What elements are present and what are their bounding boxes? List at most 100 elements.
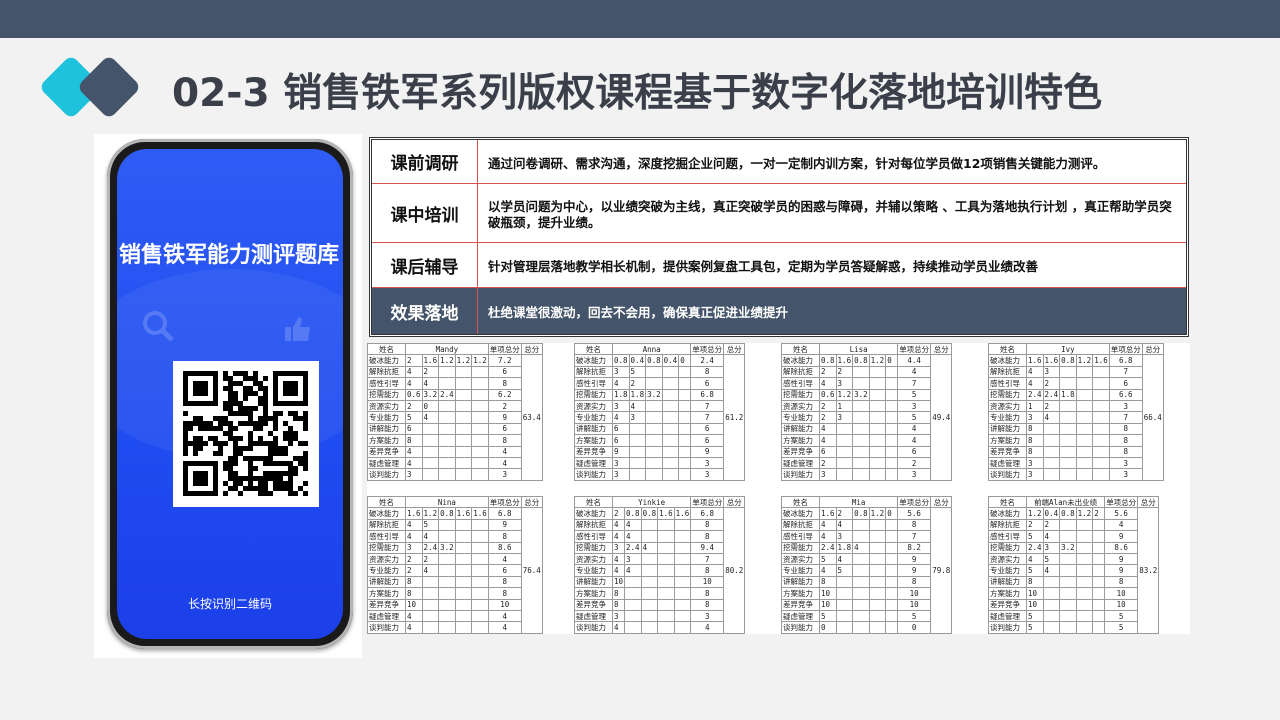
score-cell (454, 365, 473, 379)
student-name: Mia (818, 495, 899, 509)
score-cell (1042, 587, 1061, 600)
score-cell (438, 575, 456, 589)
score-cell (852, 609, 870, 623)
score-cell (852, 399, 870, 413)
subtotal-cell: 7 (897, 377, 932, 390)
score-cell: 0 (885, 354, 899, 367)
score-cell (1092, 575, 1106, 589)
skill-label: 资源实力 (367, 399, 406, 413)
score-cell: 4 (1026, 377, 1044, 390)
score-cell (640, 552, 659, 566)
score-cell: 4 (611, 621, 626, 634)
table-row: 谈判能力 3 3 (988, 468, 1164, 481)
score-cell (661, 456, 680, 470)
col-header-total: 总分 (1141, 342, 1164, 356)
score-cell (1042, 609, 1061, 623)
score-cell (661, 422, 680, 436)
score-cell (868, 598, 887, 611)
score-cell (628, 422, 647, 436)
score-cell (1042, 445, 1061, 458)
score-cell (673, 530, 692, 543)
score-cell: 1.2 (1075, 354, 1094, 367)
skill-label: 解除抗拒 (574, 365, 613, 379)
score-cell: 3 (612, 456, 630, 470)
score-cell (885, 399, 899, 413)
score-cell: 3 (835, 411, 854, 424)
score-cell: 8 (405, 575, 423, 589)
subtotal-cell: 9 (1104, 564, 1139, 577)
score-cell: 3 (1026, 468, 1044, 481)
score-sheet: 姓名 Ivy 单项总分 总分 破冰能力 1.6 1.6 0.8 1.2 1.6 6.8 66.4 解除抗… (988, 342, 1164, 481)
qr-code[interactable] (173, 361, 319, 507)
score-cell (1042, 621, 1061, 634)
score-cell (454, 377, 473, 390)
score-cell (852, 552, 870, 566)
total-cell: 49.4 (930, 354, 953, 481)
skill-label: 挖需能力 (781, 541, 820, 554)
skill-label: 挖需能力 (367, 541, 406, 554)
score-cell (678, 411, 692, 424)
score-cell: 4 (611, 564, 626, 577)
score-cell (657, 587, 675, 600)
skill-label: 方案能力 (574, 434, 613, 447)
score-cell (885, 575, 899, 589)
skill-label: 破冰能力 (574, 507, 613, 520)
table-row: 感性引导 4 3 7 (781, 530, 952, 543)
score-cell: 0.8 (624, 507, 642, 520)
table-row: 破冰能力 2 0.8 0.8 1.6 1.6 6.8 80.2 (574, 507, 746, 634)
score-cell: 3 (612, 365, 630, 379)
skill-label: 疑虑管理 (781, 609, 820, 623)
score-cell: 4 (611, 530, 626, 543)
score-cell (454, 518, 473, 532)
table-row: 感性引导 4 3 7 (781, 377, 952, 390)
table-row: 差异竞争 8 8 (988, 445, 1164, 458)
score-cell (852, 422, 870, 436)
subtotal-cell: 8 (487, 530, 522, 543)
skill-label: 差异竞争 (367, 598, 406, 611)
score-cell (471, 365, 489, 379)
score-cell (1042, 598, 1061, 611)
score-cell: 4 (405, 621, 423, 634)
subtotal-cell: 4 (487, 621, 522, 634)
skill-label: 挖需能力 (781, 388, 820, 401)
skill-label: 挖需能力 (988, 388, 1027, 401)
score-cell (835, 598, 854, 611)
subtotal-cell: 3 (897, 468, 932, 481)
table-row: 挖需能力 0.6 3.2 2.4 6.2 (367, 388, 543, 401)
skill-label: 破冰能力 (988, 354, 1027, 367)
subtotal-cell: 7 (1108, 365, 1143, 379)
table-row: 专业能力 5 4 9 (367, 411, 543, 424)
subtotal-cell: 8 (1108, 434, 1143, 447)
col-header-subtotal: 单项总分 (487, 495, 522, 509)
score-cell (471, 468, 489, 481)
subtotal-cell: 6 (690, 434, 725, 447)
subtotal-cell: 4.4 (897, 354, 932, 367)
score-cell (885, 411, 899, 424)
table-row: 差异竞争 10 10 (367, 598, 543, 611)
table-row: 方案能力 4 4 (781, 434, 952, 447)
page-title: 02-3 销售铁军系列版权课程基于数字化落地培训特色 (172, 71, 1103, 116)
score-cell (438, 468, 456, 481)
skill-label: 方案能力 (574, 587, 613, 600)
score-cell (438, 530, 456, 543)
subtotal-cell: 6 (690, 377, 725, 390)
score-cell: 3 (624, 552, 642, 566)
table-row: 资源实力 1 2 3 (988, 399, 1164, 413)
score-cell (645, 365, 663, 379)
subtotal-cell: 10 (1104, 587, 1139, 600)
score-cell (673, 518, 692, 532)
skill-label: 感性引导 (367, 377, 406, 390)
score-cell (1059, 456, 1077, 470)
skill-label: 疑虑管理 (988, 456, 1027, 470)
score-cell: 4 (624, 564, 642, 577)
table-row: 解除抗拒 2 2 4 (988, 518, 1159, 532)
score-cell: 6 (405, 422, 423, 436)
feature-label: 课前调研 (372, 140, 478, 183)
score-cell (852, 445, 870, 458)
skill-label: 破冰能力 (781, 507, 820, 520)
score-cell (868, 399, 887, 413)
subtotal-cell: 4 (897, 434, 932, 447)
score-cell (1075, 621, 1094, 634)
subtotal-cell: 9.4 (690, 541, 725, 554)
subtotal-cell: 8 (897, 575, 932, 589)
